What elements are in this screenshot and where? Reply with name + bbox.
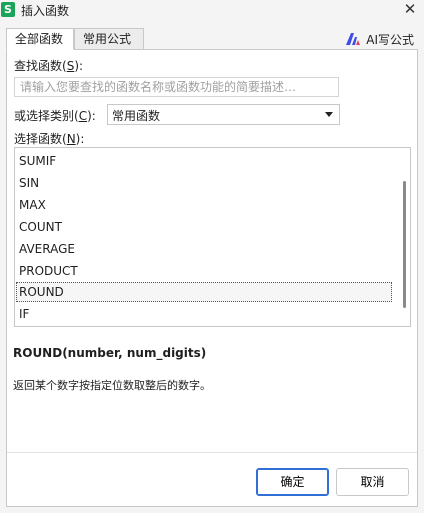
function-item-sin[interactable]: SIN bbox=[16, 173, 392, 193]
category-value: 常用函数 bbox=[112, 109, 161, 123]
function-panel: 查找函数(S): 或选择类别(C): 常用函数 选择函数(N): SUMIF S… bbox=[6, 49, 418, 507]
category-label: 或选择类别(C): bbox=[14, 109, 96, 123]
function-item-round[interactable]: ROUND bbox=[16, 282, 392, 302]
cancel-button[interactable]: 取消 bbox=[336, 468, 409, 496]
function-item-average[interactable]: AVERAGE bbox=[16, 239, 392, 259]
ok-button[interactable]: 确定 bbox=[256, 468, 329, 496]
tab-all-functions[interactable]: 全部函数 bbox=[6, 28, 74, 50]
function-item-product[interactable]: PRODUCT bbox=[16, 261, 392, 281]
tab-common-formulas[interactable]: 常用公式 bbox=[74, 28, 144, 50]
wps-spreadsheet-icon: S bbox=[1, 2, 15, 17]
window-title: 插入函数 bbox=[21, 4, 70, 18]
category-select[interactable]: 常用函数 bbox=[107, 104, 340, 125]
dropdown-arrow-icon bbox=[325, 112, 333, 117]
title-bar: S 插入函数 ✕ bbox=[0, 0, 424, 20]
function-item-if[interactable]: IF bbox=[16, 304, 392, 324]
function-list-label: 选择函数(N): bbox=[14, 132, 85, 146]
function-listbox[interactable]: SUMIF SIN MAX COUNT AVERAGE PRODUCT ROUN… bbox=[14, 147, 411, 327]
ai-write-formula-button[interactable]: AI写公式 bbox=[346, 30, 414, 48]
function-item-count[interactable]: COUNT bbox=[16, 217, 392, 237]
function-item-sumif[interactable]: SUMIF bbox=[16, 151, 392, 171]
list-scrollbar[interactable] bbox=[403, 181, 406, 308]
function-signature: ROUND(number, num_digits) bbox=[13, 346, 207, 360]
search-label: 查找函数(S): bbox=[14, 59, 84, 73]
function-description: 返回某个数字按指定位数取整后的数字。 bbox=[13, 379, 211, 392]
ai-button-label: AI写公式 bbox=[366, 32, 414, 47]
search-input[interactable] bbox=[14, 77, 339, 97]
function-item-max[interactable]: MAX bbox=[16, 195, 392, 215]
close-button[interactable]: ✕ bbox=[402, 0, 418, 18]
ai-logo-icon bbox=[346, 33, 361, 45]
footer-divider bbox=[7, 452, 417, 453]
